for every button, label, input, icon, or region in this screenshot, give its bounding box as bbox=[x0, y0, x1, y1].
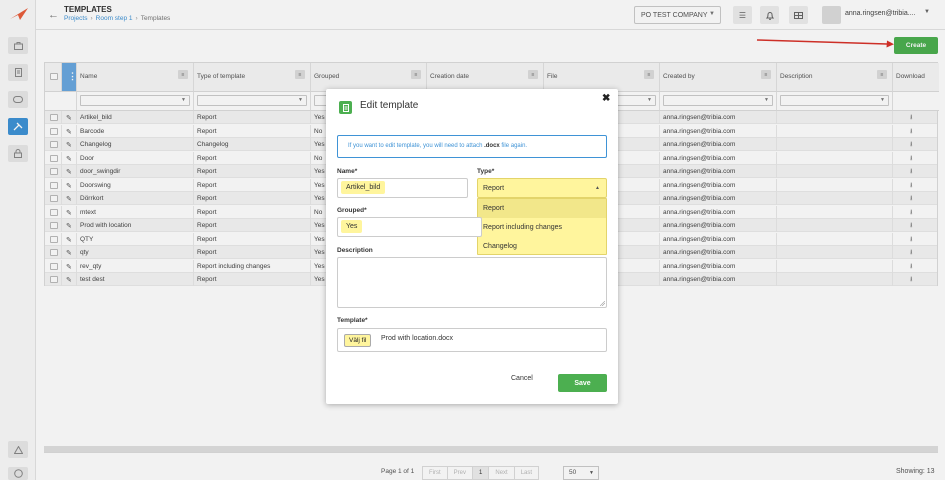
type-dropdown-list: Report Report including changes Changelo… bbox=[477, 198, 607, 255]
info-message: If you want to edit template, you will n… bbox=[337, 135, 607, 158]
description-label: Description bbox=[337, 247, 373, 254]
edit-template-modal: Edit template ✖ If you want to edit temp… bbox=[326, 89, 618, 404]
template-label: Template* bbox=[337, 317, 368, 324]
type-label: Type* bbox=[477, 168, 495, 175]
resize-handle-icon bbox=[600, 301, 605, 306]
name-label: Name* bbox=[337, 168, 358, 175]
name-field[interactable]: Artikel_bild bbox=[337, 178, 468, 198]
choose-file-button[interactable]: Välj fil bbox=[344, 334, 372, 347]
type-select[interactable]: Report ▲ bbox=[477, 178, 607, 198]
type-value: Report bbox=[483, 185, 505, 192]
name-value: Artikel_bild bbox=[341, 181, 386, 194]
description-textarea[interactable] bbox=[337, 257, 607, 308]
file-name: Prod with location.docx bbox=[381, 335, 453, 342]
info-extension: .docx bbox=[484, 143, 500, 149]
info-suffix: file again. bbox=[499, 143, 528, 149]
type-option-changelog[interactable]: Changelog bbox=[478, 237, 606, 256]
info-prefix: If you want to edit template, you will n… bbox=[348, 143, 485, 149]
close-icon[interactable]: ✖ bbox=[602, 93, 610, 104]
template-file-field: Välj fil Prod with location.docx bbox=[337, 328, 607, 352]
chevron-up-icon: ▲ bbox=[595, 185, 600, 191]
cancel-button[interactable]: Cancel bbox=[511, 375, 533, 382]
type-option-report-including-changes[interactable]: Report including changes bbox=[478, 218, 606, 237]
modal-title: Edit template bbox=[360, 100, 419, 111]
save-button[interactable]: Save bbox=[558, 374, 607, 392]
grouped-select[interactable]: Yes bbox=[337, 217, 482, 237]
grouped-value: Yes bbox=[341, 220, 363, 233]
type-option-report[interactable]: Report bbox=[478, 199, 606, 218]
grouped-label: Grouped* bbox=[337, 207, 367, 214]
template-file-icon bbox=[339, 101, 352, 114]
